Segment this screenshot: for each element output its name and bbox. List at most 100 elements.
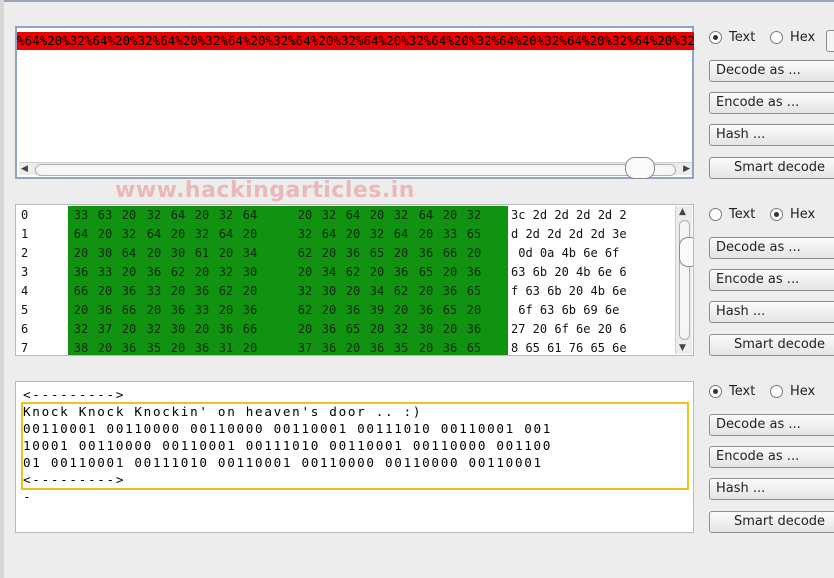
decoded-text-line[interactable]: 01 00110001 00111010 00110001 00110000 0…: [23, 454, 543, 471]
hex-byte[interactable]: 64: [241, 206, 259, 225]
hex-byte[interactable]: 20: [72, 244, 90, 263]
hex-row-text[interactable]: 8 65 61 76 65 6e: [508, 339, 681, 355]
hex-byte[interactable]: 20: [344, 225, 362, 244]
hex-byte[interactable]: 20: [344, 339, 362, 355]
hex-byte[interactable]: 65: [465, 339, 483, 355]
hex-byte[interactable]: 64: [392, 225, 410, 244]
hex-byte[interactable]: 65: [465, 225, 483, 244]
hex-byte[interactable]: 37: [96, 320, 114, 339]
smart-decode-button[interactable]: Smart decode: [709, 334, 834, 356]
hex-byte[interactable]: 32: [296, 282, 314, 301]
hex-bytes[interactable]: 36 33 20 36 62 20 32 30 20 34 62 20 36 65 20 36: [68, 263, 508, 282]
hex-byte[interactable]: 35: [145, 339, 163, 355]
hex-byte[interactable]: 36: [344, 301, 362, 320]
hex-byte[interactable]: 36: [465, 320, 483, 339]
hex-byte[interactable]: 20: [417, 339, 435, 355]
hex-byte[interactable]: 20: [392, 244, 410, 263]
hex-byte[interactable]: 36: [120, 282, 138, 301]
hex-byte[interactable]: 20: [441, 320, 459, 339]
hex-byte[interactable]: 62: [296, 301, 314, 320]
hex-byte[interactable]: 64: [145, 225, 163, 244]
hex-bytes[interactable]: 32 37 20 32 30 20 36 66 20 36 65 20 32 30 20 36: [68, 320, 508, 339]
hex-byte[interactable]: 36: [417, 301, 435, 320]
encoded-text-panel[interactable]: %64%20%32%64%20%32%64%20%32%64%20%32%64%…: [15, 26, 694, 179]
hex-bytes[interactable]: 33 63 20 32 64 20 32 64 20 32 64 20 32 64 20 32: [68, 206, 508, 225]
scroll-thumb[interactable]: [625, 157, 655, 179]
hex-byte[interactable]: 32: [72, 320, 90, 339]
hex-byte[interactable]: 32: [465, 206, 483, 225]
hex-byte[interactable]: 20: [145, 244, 163, 263]
hex-byte[interactable]: 63: [96, 206, 114, 225]
hex-byte[interactable]: 20: [217, 244, 235, 263]
scroll-track[interactable]: [35, 157, 676, 179]
hex-byte[interactable]: 20: [72, 301, 90, 320]
hex-byte[interactable]: 20: [392, 301, 410, 320]
hex-byte[interactable]: 62: [217, 282, 235, 301]
hex-editor-panel[interactable]: ▲ ▼ 0 33 63 20 32 64 20 32 64 20 32 64 20 32 64 20 32 3c …: [15, 204, 694, 356]
hex-bytes[interactable]: 20 36 66 20 36 33 20 36 62 20 36 39 20 36 65 20: [68, 301, 508, 320]
hex-byte[interactable]: 20: [368, 320, 386, 339]
hex-byte[interactable]: 33: [96, 263, 114, 282]
hex-byte[interactable]: 39: [368, 301, 386, 320]
hex-byte[interactable]: 36: [392, 263, 410, 282]
hex-byte[interactable]: 36: [465, 263, 483, 282]
decode-as-button[interactable]: Decode as ...: [709, 60, 834, 82]
hex-byte[interactable]: 64: [417, 206, 435, 225]
text-radio[interactable]: [709, 31, 722, 44]
hex-byte[interactable]: 34: [320, 263, 338, 282]
hex-byte[interactable]: 30: [320, 282, 338, 301]
hex-byte[interactable]: 20: [417, 225, 435, 244]
hex-byte[interactable]: 32: [120, 225, 138, 244]
hex-byte[interactable]: 32: [217, 263, 235, 282]
hex-byte[interactable]: 35: [392, 339, 410, 355]
hex-radio-label[interactable]: Hex: [790, 28, 815, 48]
hex-byte[interactable]: 64: [217, 225, 235, 244]
hex-byte[interactable]: 20: [120, 206, 138, 225]
text-radio-label[interactable]: Text: [729, 382, 755, 402]
hex-row-text[interactable]: 27 20 6f 6e 20 6: [508, 320, 681, 339]
hex-byte[interactable]: 30: [96, 244, 114, 263]
hex-byte[interactable]: 20: [217, 301, 235, 320]
hex-byte[interactable]: 20: [169, 339, 187, 355]
hex-byte[interactable]: 20: [169, 225, 187, 244]
hash-button[interactable]: Hash ...: [709, 124, 834, 146]
extra-button[interactable]: [826, 30, 834, 52]
scroll-left-arrow-icon[interactable]: ◀: [21, 163, 28, 175]
hex-byte[interactable]: 36: [320, 320, 338, 339]
hex-byte[interactable]: 66: [120, 301, 138, 320]
hex-byte[interactable]: 20: [296, 206, 314, 225]
hex-byte[interactable]: 64: [344, 206, 362, 225]
decoded-text-line[interactable]: 00110001 00110000 00110000 00110001 0011…: [23, 420, 552, 437]
decoded-text-line[interactable]: -: [23, 488, 31, 505]
scroll-thumb[interactable]: [679, 237, 693, 267]
hex-byte[interactable]: 30: [169, 320, 187, 339]
hex-byte[interactable]: 20: [417, 282, 435, 301]
hex-byte[interactable]: 32: [296, 225, 314, 244]
hex-byte[interactable]: 20: [296, 263, 314, 282]
hex-byte[interactable]: 32: [368, 225, 386, 244]
selected-encoded-line[interactable]: %64%20%32%64%20%32%64%20%32%64%20%32%64%…: [17, 32, 694, 50]
hex-byte[interactable]: 30: [241, 263, 259, 282]
decoded-text-line[interactable]: Knock Knock Knockin' on heaven's door ..…: [23, 403, 422, 420]
hex-byte[interactable]: 33: [72, 206, 90, 225]
input-mode-radio-group[interactable]: Text Hex: [708, 205, 834, 225]
hex-byte[interactable]: 36: [344, 244, 362, 263]
hex-byte[interactable]: 64: [72, 225, 90, 244]
hex-byte[interactable]: 20: [241, 339, 259, 355]
hex-byte[interactable]: 20: [241, 225, 259, 244]
hex-bytes[interactable]: 64 20 32 64 20 32 64 20 32 64 20 32 64 20 33 65: [68, 225, 508, 244]
hex-byte[interactable]: 66: [441, 244, 459, 263]
hex-byte[interactable]: 32: [392, 206, 410, 225]
decoded-text-line[interactable]: <--------->: [23, 386, 125, 403]
hex-byte[interactable]: 65: [368, 244, 386, 263]
hex-byte[interactable]: 36: [241, 301, 259, 320]
hex-byte[interactable]: 34: [368, 282, 386, 301]
text-radio-label[interactable]: Text: [729, 28, 755, 48]
hex-byte[interactable]: 36: [193, 339, 211, 355]
hex-byte[interactable]: 36: [441, 339, 459, 355]
encode-as-button[interactable]: Encode as ...: [709, 446, 834, 468]
hex-byte[interactable]: 20: [145, 301, 163, 320]
hex-byte[interactable]: 20: [193, 206, 211, 225]
text-radio[interactable]: [709, 208, 722, 221]
hex-byte[interactable]: 66: [241, 320, 259, 339]
